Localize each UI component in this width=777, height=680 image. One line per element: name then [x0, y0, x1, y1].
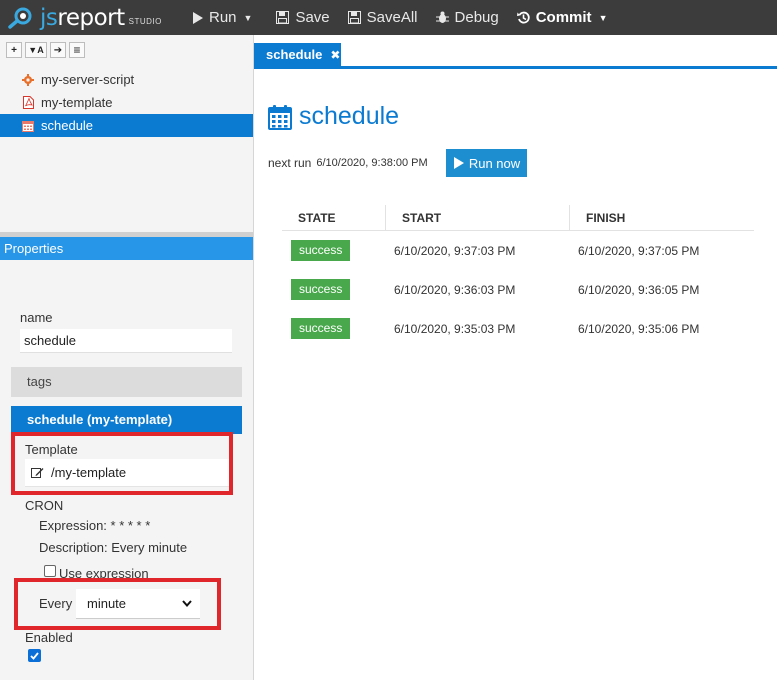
- floppy-icon: [347, 11, 361, 24]
- cron-description: Description: Every minute: [39, 540, 188, 555]
- tree-item-schedule[interactable]: schedule: [0, 114, 253, 137]
- logo-subtext: STUDIO: [128, 17, 162, 26]
- arrow-right-icon: ➔: [53, 44, 63, 56]
- properties-header: Properties: [0, 237, 253, 260]
- logo: jsreport STUDIO: [0, 5, 170, 31]
- next-run-value: 6/10/2020, 9:38:00 PM: [316, 157, 428, 169]
- run-label: Run: [209, 9, 237, 26]
- tree-item-my-template[interactable]: my-template: [0, 91, 253, 114]
- filter-icon: ▼A: [28, 45, 44, 55]
- title-text: schedule: [299, 102, 400, 130]
- name-label: name: [20, 310, 53, 325]
- tree-item-label: my-template: [41, 95, 113, 110]
- commit-label: Commit: [535, 9, 592, 26]
- saveall-button[interactable]: SaveAll: [342, 0, 430, 35]
- saveall-label: SaveAll: [366, 9, 418, 26]
- magnifier-logo-icon: [8, 7, 32, 29]
- start-cell: 6/10/2020, 9:36:03 PM: [394, 282, 516, 297]
- table-header: STATE START FINISH: [282, 205, 754, 231]
- column-header-start: START: [386, 205, 570, 230]
- debug-button[interactable]: Debug: [430, 0, 511, 35]
- top-toolbar: jsreport STUDIO Run ▼ Save SaveAll Debug…: [0, 0, 777, 35]
- tab-strip: schedule ✖: [254, 35, 777, 69]
- finish-cell: 6/10/2020, 9:35:06 PM: [578, 321, 700, 336]
- history-icon: [516, 11, 530, 24]
- name-input[interactable]: schedule: [20, 329, 232, 353]
- gear-icon: [22, 73, 34, 86]
- start-cell: 6/10/2020, 9:37:03 PM: [394, 243, 516, 258]
- run-now-button[interactable]: Run now: [446, 149, 527, 177]
- calendar-icon: [268, 104, 292, 130]
- finish-cell: 6/10/2020, 9:37:05 PM: [578, 243, 700, 258]
- state-cell: success: [282, 279, 386, 300]
- pdf-file-icon: [22, 96, 34, 109]
- bug-icon: [435, 11, 449, 23]
- menu-icon: ≡: [73, 43, 81, 57]
- table-row[interactable]: success 6/10/2020, 9:36:03 PM 6/10/2020,…: [282, 270, 754, 309]
- tree-item-label: schedule: [41, 118, 94, 133]
- save-button[interactable]: Save: [264, 0, 341, 35]
- checkmark-icon: [30, 651, 39, 660]
- play-icon: [193, 11, 203, 24]
- play-icon: [453, 157, 464, 169]
- next-run-label: next run: [268, 156, 312, 170]
- tree-menu-button[interactable]: ≡: [69, 42, 85, 58]
- status-badge: success: [291, 279, 351, 300]
- table-row[interactable]: success 6/10/2020, 9:35:03 PM 6/10/2020,…: [282, 309, 754, 348]
- column-header-finish: FINISH: [586, 210, 626, 225]
- use-expression-checkbox[interactable]: [44, 565, 56, 577]
- highlight-box-every: [14, 578, 221, 630]
- status-badge: success: [291, 318, 351, 339]
- filter-button[interactable]: ▼A: [25, 42, 47, 58]
- logo-text: jsreport: [40, 4, 125, 31]
- floppy-icon: [276, 11, 290, 24]
- page-title: schedule: [268, 102, 399, 131]
- start-cell: 6/10/2020, 9:35:03 PM: [394, 321, 516, 336]
- enabled-checkbox[interactable]: [28, 649, 41, 662]
- add-entity-button[interactable]: +: [6, 42, 22, 58]
- tree-toolbar: + ▼A ➔ ≡: [0, 35, 253, 65]
- schedule-section-header[interactable]: schedule (my-template): [11, 406, 242, 434]
- plus-icon: +: [11, 44, 17, 56]
- highlight-box-template: [11, 432, 233, 495]
- save-label: Save: [295, 9, 330, 26]
- finish-cell: 6/10/2020, 9:36:05 PM: [578, 282, 700, 297]
- close-icon[interactable]: ✖: [330, 48, 340, 62]
- history-table: STATE START FINISH success 6/10/2020, 9:…: [282, 205, 754, 348]
- state-cell: success: [282, 240, 386, 261]
- column-header-state: STATE: [282, 205, 386, 230]
- table-row[interactable]: success 6/10/2020, 9:37:03 PM 6/10/2020,…: [282, 231, 754, 270]
- tab-schedule[interactable]: schedule ✖: [254, 43, 341, 66]
- next-run: next run 6/10/2020, 9:38:00 PM: [268, 156, 428, 170]
- debug-label: Debug: [454, 9, 499, 26]
- chevron-down-icon[interactable]: ▼: [244, 13, 253, 23]
- status-badge: success: [291, 240, 351, 261]
- navigate-button[interactable]: ➔: [50, 42, 66, 58]
- run-button[interactable]: Run ▼: [180, 0, 264, 35]
- chevron-down-icon[interactable]: ▼: [599, 13, 608, 23]
- calendar-icon: [22, 119, 34, 132]
- tree-item-label: my-server-script: [41, 72, 135, 87]
- commit-button[interactable]: Commit ▼: [511, 0, 620, 35]
- tab-label: schedule: [266, 47, 323, 62]
- tags-section[interactable]: tags: [11, 367, 242, 397]
- cron-label: CRON: [25, 498, 64, 513]
- run-now-label: Run now: [468, 155, 521, 171]
- enabled-label: Enabled: [25, 630, 73, 645]
- cron-expression: Expression: * * * * *: [39, 518, 151, 533]
- tree-item-my-server-script[interactable]: my-server-script: [0, 68, 253, 91]
- state-cell: success: [282, 318, 386, 339]
